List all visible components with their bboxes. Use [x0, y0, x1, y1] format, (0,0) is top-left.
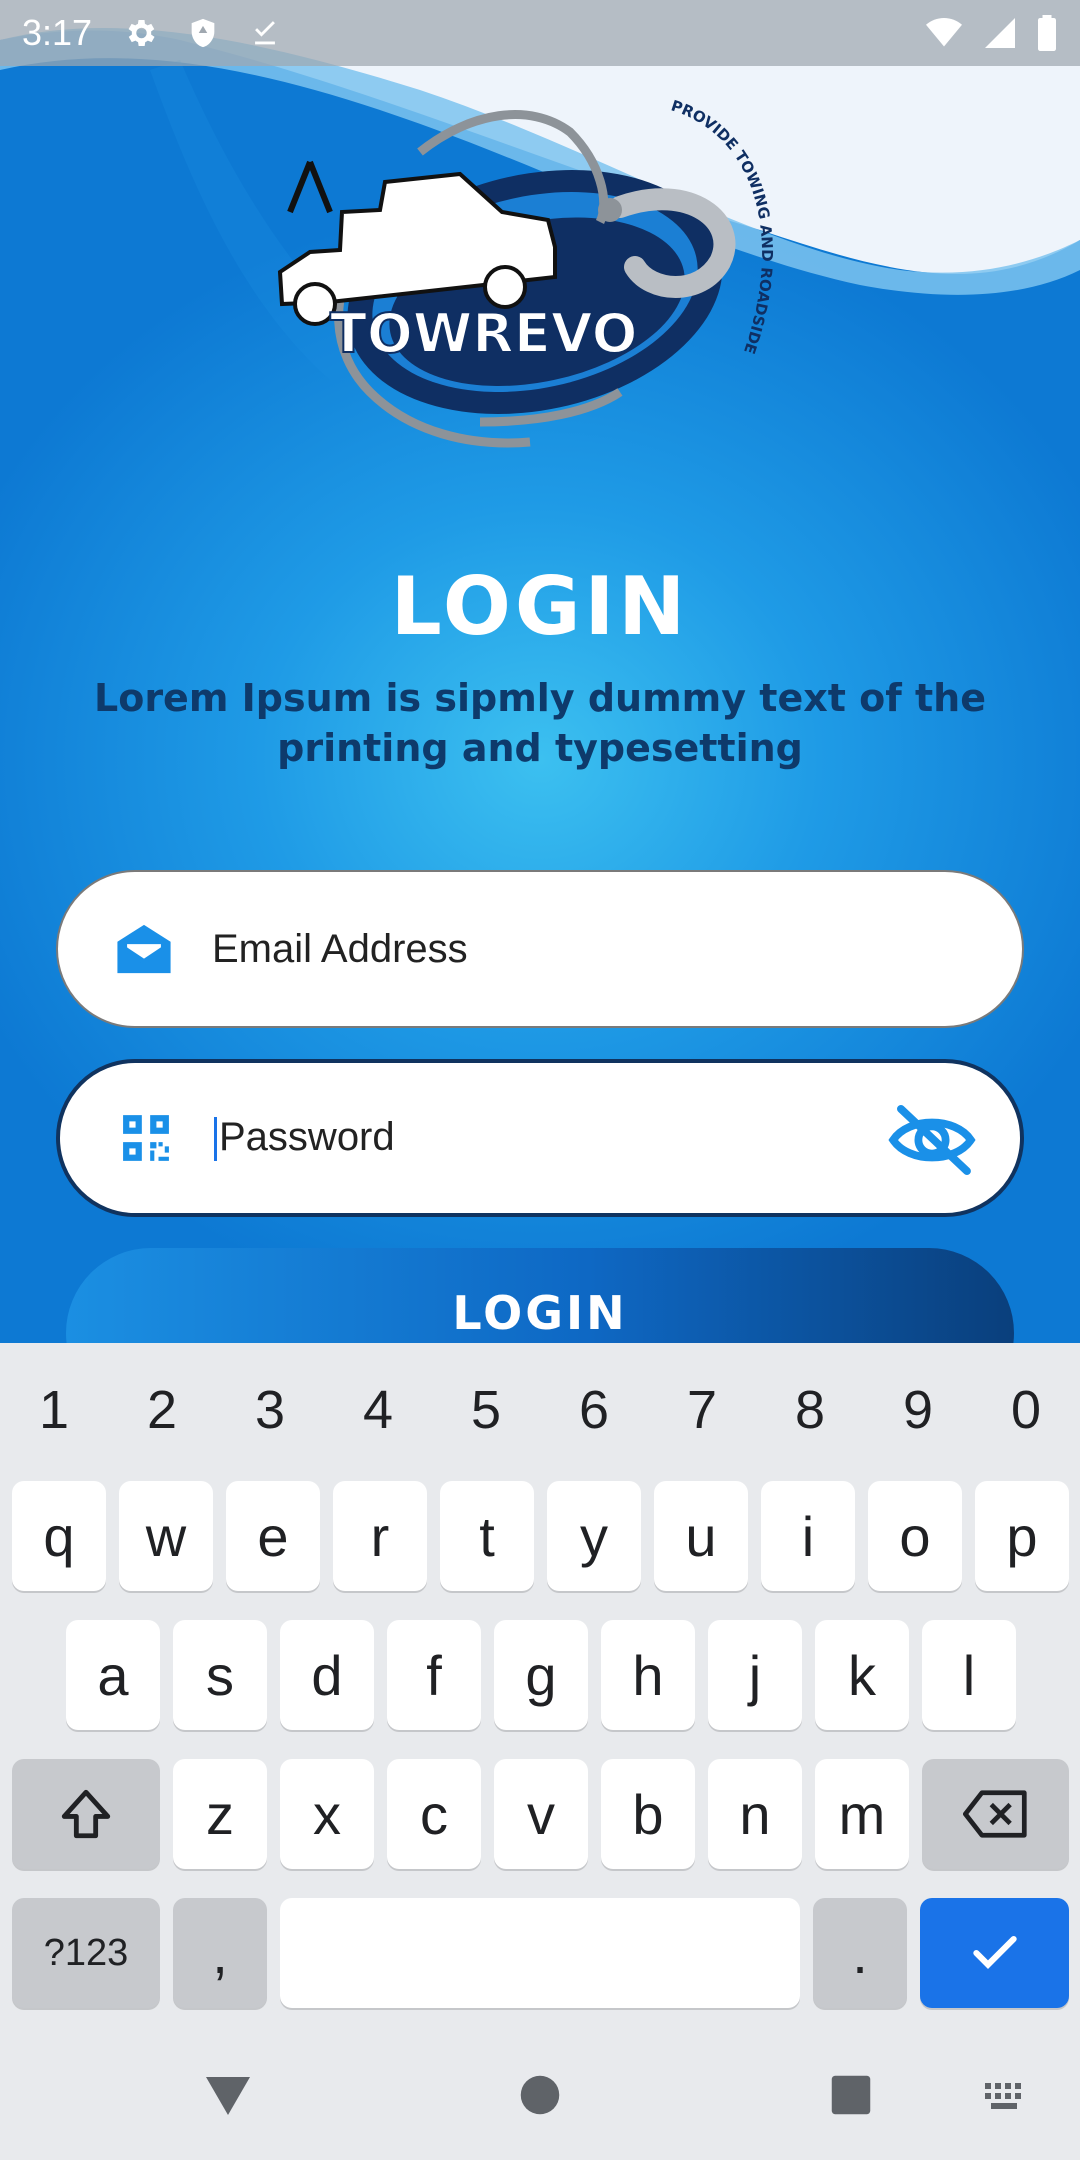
status-time: 3:17: [22, 12, 93, 53]
key-4[interactable]: 4: [324, 1365, 432, 1455]
key-c[interactable]: c: [387, 1759, 481, 1869]
comma-key[interactable]: ,: [173, 1898, 267, 2008]
email-label: Email Address: [212, 926, 468, 971]
wifi-icon: [926, 18, 962, 47]
back-nav-icon[interactable]: [204, 2075, 252, 2117]
key-z[interactable]: z: [173, 1759, 267, 1869]
key-h[interactable]: h: [601, 1620, 695, 1730]
key-3[interactable]: 3: [216, 1365, 324, 1455]
key-w[interactable]: w: [119, 1481, 213, 1591]
qr-code-icon: [116, 1108, 176, 1168]
check-icon: [972, 1935, 1017, 1969]
key-5[interactable]: 5: [432, 1365, 540, 1455]
page-subtitle: Lorem Ipsum is sipmly dummy text of the …: [94, 676, 986, 770]
key-6[interactable]: 6: [540, 1365, 648, 1455]
download-done-icon: [255, 21, 275, 45]
key-u[interactable]: u: [654, 1481, 748, 1591]
key-x[interactable]: x: [280, 1759, 374, 1869]
logo-brand-text: TOWREVO: [330, 302, 638, 365]
space-key[interactable]: [280, 1898, 800, 2008]
key-f[interactable]: f: [387, 1620, 481, 1730]
key-i[interactable]: i: [761, 1481, 855, 1591]
key-d[interactable]: d: [280, 1620, 374, 1730]
key-s[interactable]: s: [173, 1620, 267, 1730]
email-icon: [114, 919, 174, 979]
home-nav-icon[interactable]: [519, 2074, 561, 2116]
page-title: LOGIN: [390, 560, 690, 653]
keyboard-switch-icon[interactable]: [985, 2083, 1029, 2113]
key-v[interactable]: v: [494, 1759, 588, 1869]
backspace-key[interactable]: [922, 1759, 1069, 1869]
visibility-off-icon[interactable]: [888, 1105, 976, 1175]
key-q[interactable]: q: [12, 1481, 106, 1591]
key-b[interactable]: b: [601, 1759, 695, 1869]
navigation-bar: [0, 2023, 1080, 2160]
shift-key[interactable]: [12, 1759, 160, 1869]
key-7[interactable]: 7: [648, 1365, 756, 1455]
key-k[interactable]: k: [815, 1620, 909, 1730]
key-g[interactable]: g: [494, 1620, 588, 1730]
email-field[interactable]: Email Address: [56, 870, 1024, 1028]
key-9[interactable]: 9: [864, 1365, 972, 1455]
done-key[interactable]: [920, 1898, 1069, 2008]
password-field[interactable]: Password: [56, 1059, 1024, 1217]
recents-nav-icon[interactable]: [830, 2074, 872, 2116]
key-8[interactable]: 8: [756, 1365, 864, 1455]
key-1[interactable]: 1: [0, 1365, 108, 1455]
key-y[interactable]: y: [547, 1481, 641, 1591]
login-button[interactable]: LOGIN: [66, 1248, 1014, 1343]
shield-icon: [191, 18, 215, 48]
towrevo-logo: TOWREVO PROVIDE TOWING AND ROADSIDE ASSI…: [270, 92, 776, 448]
battery-icon: [1038, 15, 1056, 51]
key-e[interactable]: e: [226, 1481, 320, 1591]
key-r[interactable]: r: [333, 1481, 427, 1591]
key-0[interactable]: 0: [972, 1365, 1080, 1455]
key-n[interactable]: n: [708, 1759, 802, 1869]
settings-icon: [128, 19, 155, 47]
key-m[interactable]: m: [815, 1759, 909, 1869]
text-cursor: [214, 1117, 217, 1162]
password-placeholder: Password: [219, 1114, 395, 1159]
shift-icon: [61, 1789, 111, 1839]
key-p[interactable]: p: [975, 1481, 1069, 1591]
key-t[interactable]: t: [440, 1481, 534, 1591]
number-row: 1 2 3 4 5 6 7 8 9 0: [0, 1365, 1080, 1455]
cell-signal-icon: [985, 18, 1015, 48]
status-bar: 3:17: [0, 0, 1080, 66]
soft-keyboard: 1 2 3 4 5 6 7 8 9 0 q w e r t y u i o p …: [0, 1343, 1080, 2023]
key-2[interactable]: 2: [108, 1365, 216, 1455]
app-screen: 3:17 TOWREVO PROVIDE TOWING AND ROADSIDE…: [0, 0, 1080, 1343]
symbols-key[interactable]: ?123: [12, 1898, 160, 2008]
key-o[interactable]: o: [868, 1481, 962, 1591]
key-j[interactable]: j: [708, 1620, 802, 1730]
key-a[interactable]: a: [66, 1620, 160, 1730]
key-l[interactable]: l: [922, 1620, 1016, 1730]
password-label: Password: [214, 1114, 395, 1162]
backspace-icon: [962, 1790, 1027, 1838]
period-key[interactable]: .: [813, 1898, 907, 2008]
